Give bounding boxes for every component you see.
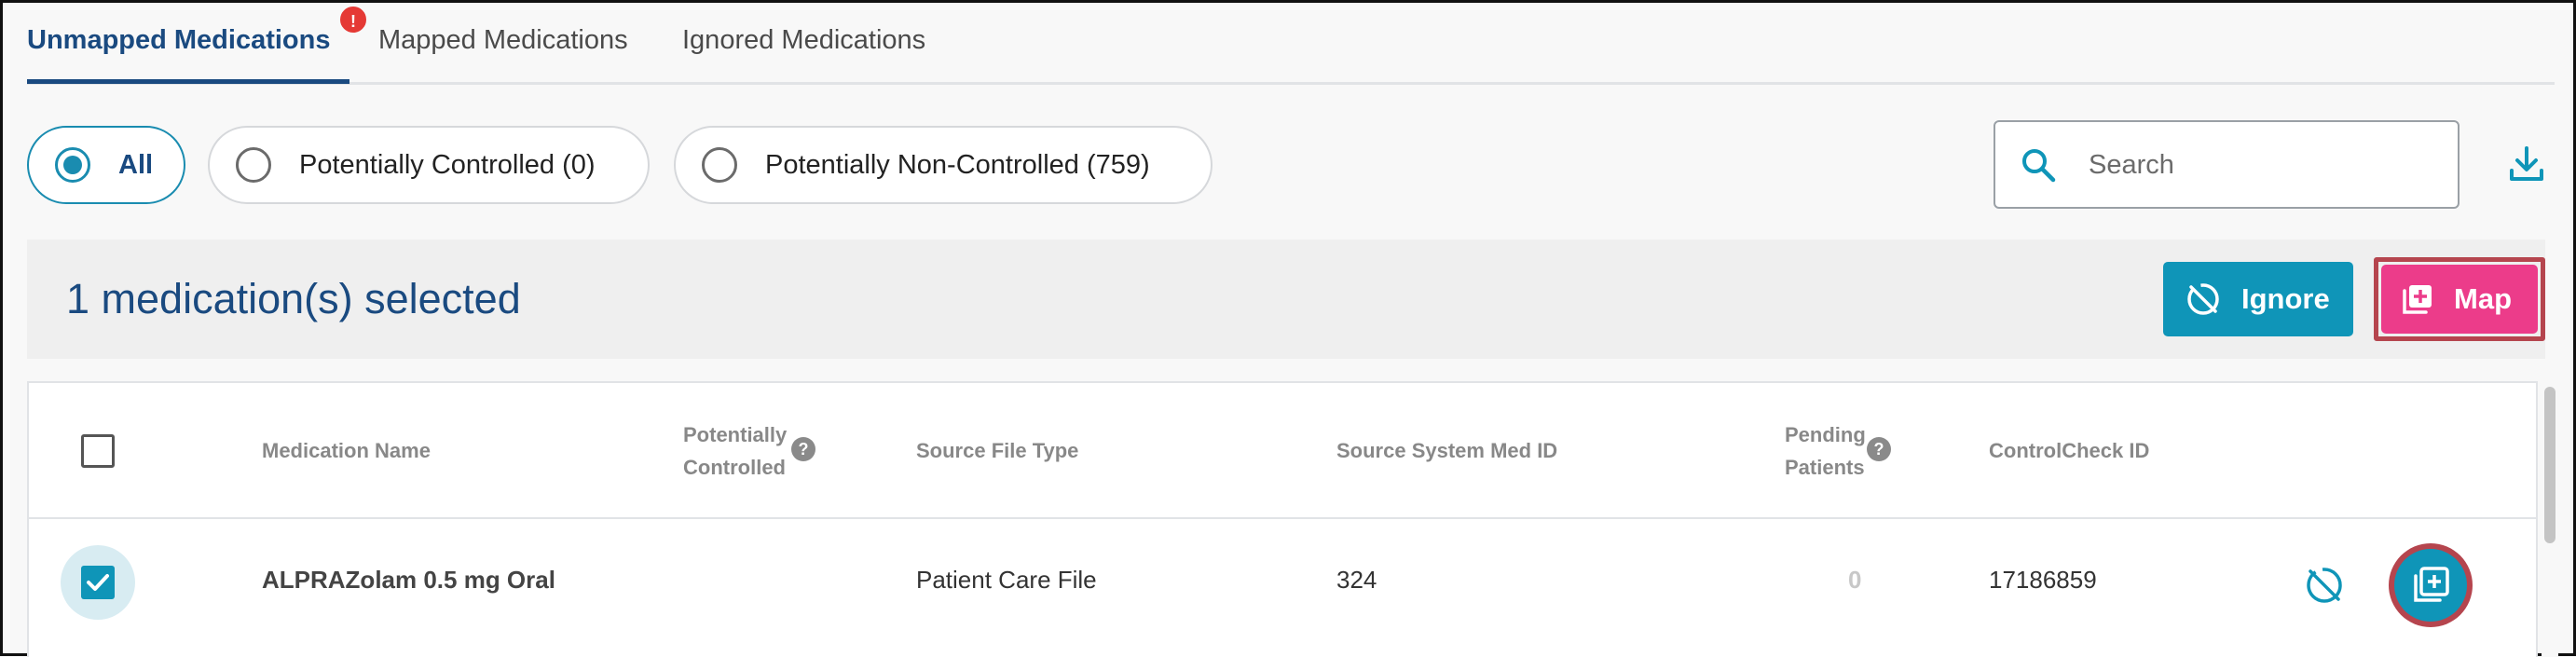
cell-controlcheck-id: 17186859 — [1989, 566, 2097, 594]
header-pending-patients[interactable]: Pending Patients — [1785, 418, 1866, 484]
table-header: Medication Name Potentially Controlled ?… — [29, 383, 2536, 519]
map-button-label: Map — [2454, 282, 2512, 315]
filter-all[interactable]: All — [27, 126, 185, 204]
select-all-checkbox[interactable] — [81, 434, 115, 468]
cell-source-system-med-id: 324 — [1336, 566, 1377, 594]
table-scrollbar[interactable] — [2542, 381, 2558, 657]
search-box[interactable] — [1994, 120, 2460, 209]
cell-medication-name: ALPRAZolam 0.5 mg Oral — [262, 566, 555, 594]
filter-potentially-non-controlled[interactable]: Potentially Non-Controlled (759) — [674, 126, 1213, 204]
app-frame: Unmapped Medications ! Mapped Medication… — [0, 0, 2576, 657]
row-checkbox[interactable] — [81, 566, 115, 599]
tab-mapped-medications[interactable]: Mapped Medications — [378, 25, 628, 56]
header-controlcheck-id[interactable]: ControlCheck ID — [1989, 434, 2149, 467]
row-map-button-highlight — [2389, 543, 2473, 627]
ignore-icon — [2187, 283, 2219, 315]
search-input[interactable] — [2089, 141, 2443, 189]
filter-all-label: All — [118, 149, 154, 180]
header-potentially-controlled-line2: Controlled — [683, 456, 786, 479]
filter-potentially-controlled-label: Potentially Controlled (0) — [299, 149, 596, 180]
ignore-button[interactable]: Ignore — [2163, 262, 2353, 336]
scrollbar-thumb[interactable] — [2544, 387, 2555, 543]
tab-ignored-medications[interactable]: Ignored Medications — [682, 25, 925, 56]
row-checkbox-wrapper[interactable] — [61, 545, 135, 620]
help-icon-potentially-controlled[interactable]: ? — [791, 437, 815, 461]
filter-potentially-controlled[interactable]: Potentially Controlled (0) — [208, 126, 650, 204]
tab-bar: Unmapped Medications ! Mapped Medication… — [27, 3, 2555, 85]
alert-badge: ! — [338, 5, 368, 34]
filter-potentially-non-controlled-label: Potentially Non-Controlled (759) — [765, 149, 1150, 180]
active-tab-indicator — [27, 79, 349, 84]
cell-source-file-type: Patient Care File — [916, 566, 1097, 594]
map-button[interactable]: Map — [2381, 265, 2538, 334]
medications-table: Medication Name Potentially Controlled ?… — [27, 381, 2538, 657]
header-source-file-type[interactable]: Source File Type — [916, 434, 1078, 467]
header-potentially-controlled[interactable]: Potentially Controlled — [683, 418, 787, 484]
header-source-system-med-id[interactable]: Source System Med ID — [1336, 434, 1557, 467]
radio-all[interactable] — [55, 147, 90, 183]
checkmark-icon — [87, 574, 109, 591]
header-medication-name[interactable]: Medication Name — [262, 434, 431, 467]
map-add-icon — [2414, 567, 2449, 602]
header-pending-patients-line1: Pending — [1785, 423, 1866, 446]
header-potentially-controlled-line1: Potentially — [683, 423, 788, 446]
radio-potentially-non-controlled[interactable] — [702, 147, 737, 183]
radio-potentially-controlled[interactable] — [236, 147, 271, 183]
selection-count: 1 medication(s) selected — [66, 275, 521, 322]
cell-pending-patients: 0 — [1848, 566, 1862, 594]
map-add-icon — [2403, 285, 2432, 314]
row-ignore-icon[interactable] — [2305, 566, 2344, 605]
header-pending-patients-line2: Patients — [1785, 456, 1865, 479]
download-icon[interactable] — [2508, 144, 2545, 184]
ignore-button-label: Ignore — [2241, 282, 2330, 315]
selection-bar: 1 medication(s) selected Ignore Map — [27, 240, 2545, 359]
help-icon-pending-patients[interactable]: ? — [1867, 437, 1891, 461]
search-icon — [2022, 149, 2056, 183]
tab-unmapped-medications[interactable]: Unmapped Medications — [27, 25, 331, 56]
row-map-button[interactable] — [2394, 549, 2467, 622]
